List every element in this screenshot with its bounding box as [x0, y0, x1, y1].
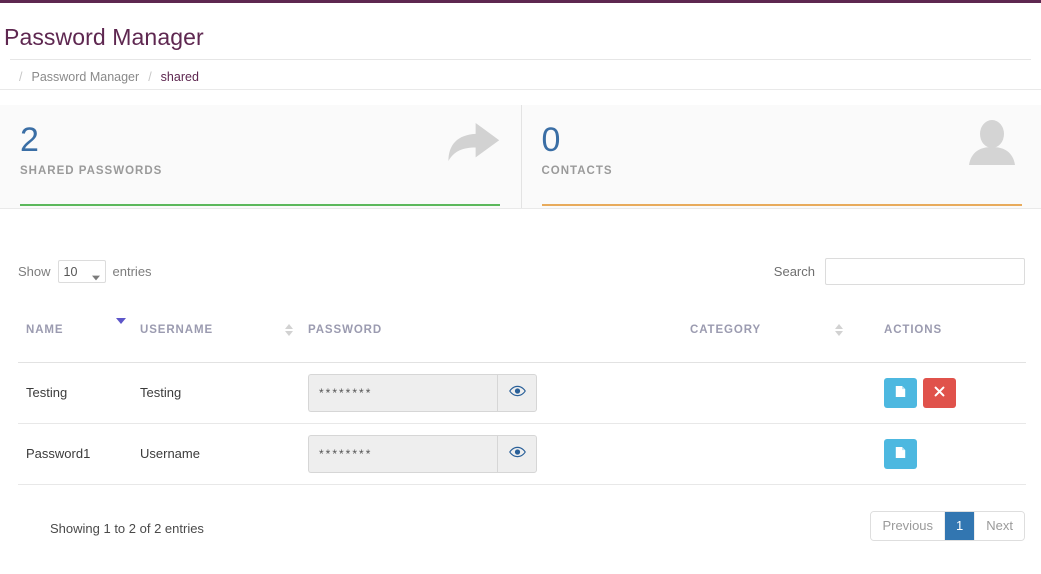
row-actions — [858, 438, 1026, 469]
breadcrumb-separator: / — [19, 70, 23, 84]
table-row: Password1 Username — [18, 423, 1026, 485]
stat-label-contacts: CONTACTS — [541, 165, 613, 177]
column-label-password: PASSWORD — [308, 323, 383, 336]
sort-descending-icon — [116, 317, 126, 336]
search-input[interactable] — [825, 258, 1025, 285]
user-silhouette-icon — [963, 119, 1021, 165]
view-details-button[interactable] — [884, 438, 917, 469]
stat-card-contacts[interactable]: 0 CONTACTS — [520, 105, 1041, 208]
page-title: Password Manager — [4, 24, 204, 50]
breadcrumb-item-shared[interactable]: shared — [161, 70, 199, 84]
table-body: Testing Testing ******** Password1 Usern… — [18, 362, 1026, 485]
password-manager-page: Password Manager / Password Manager / sh… — [0, 0, 1041, 574]
passwords-table-wrapper: NAME USERNAME PASSWORD CATEGORY ACTIONS … — [18, 317, 1026, 485]
cell-actions — [858, 423, 1026, 485]
stat-bar-shared-passwords — [20, 204, 500, 206]
password-field[interactable] — [308, 434, 497, 473]
column-header-category[interactable]: CATEGORY — [690, 320, 858, 363]
column-header-password: PASSWORD — [308, 320, 690, 363]
eye-icon — [508, 385, 526, 400]
table-row: Testing Testing — [18, 362, 1026, 424]
column-header-username[interactable]: USERNAME — [140, 320, 308, 363]
cell-password — [308, 423, 690, 485]
table-header-row: NAME USERNAME PASSWORD CATEGORY ACTIONS — [18, 317, 1026, 363]
stat-value-shared-passwords: 2 — [20, 121, 39, 159]
breadcrumb-separator: / — [148, 70, 152, 84]
entries-select-wrapper: 10 — [57, 260, 106, 283]
pagination-previous[interactable]: Previous — [871, 512, 946, 540]
title-divider — [10, 59, 1031, 60]
stat-value-contacts: 0 — [541, 121, 561, 159]
table-controls: Show 10 entries Search — [0, 258, 1041, 294]
eye-icon — [508, 446, 526, 461]
stat-bar-contacts — [541, 204, 1022, 206]
table-footer: Showing 1 to 2 of 2 entries Previous 1 N… — [0, 505, 1041, 555]
toggle-password-visibility-button[interactable] — [497, 373, 537, 412]
password-field[interactable] — [308, 373, 497, 412]
password-input-group — [308, 373, 537, 412]
stat-cards: 2 SHARED PASSWORDS 0 CONTACTS — [0, 105, 1041, 208]
share-arrow-icon — [443, 119, 501, 165]
cell-category — [690, 362, 858, 424]
show-entries-prefix: Show — [18, 264, 51, 279]
password-input-group — [308, 434, 537, 473]
cards-divider — [0, 208, 1041, 209]
table-head: NAME USERNAME PASSWORD CATEGORY ACTIONS — [18, 317, 1026, 363]
column-label-username: USERNAME — [140, 323, 214, 336]
show-entries-control: Show 10 entries — [18, 260, 152, 283]
breadcrumb-item-password-manager[interactable]: Password Manager — [31, 70, 139, 84]
cell-actions — [858, 362, 1026, 424]
column-label-name: NAME — [26, 323, 64, 336]
cell-category — [690, 423, 858, 485]
sort-both-icon — [284, 323, 294, 336]
show-entries-suffix: entries — [112, 264, 152, 279]
stat-card-shared-passwords[interactable]: 2 SHARED PASSWORDS — [0, 105, 521, 208]
search-label: Search — [773, 264, 815, 279]
pagination-page-1[interactable]: 1 — [945, 512, 976, 540]
close-icon — [934, 385, 945, 400]
cell-username: Testing — [140, 362, 308, 424]
pagination-next[interactable]: Next — [975, 512, 1024, 540]
cell-username: Username — [140, 423, 308, 485]
column-header-actions: ACTIONS — [858, 320, 1026, 363]
stat-label-shared-passwords: SHARED PASSWORDS — [20, 165, 163, 177]
passwords-table: NAME USERNAME PASSWORD CATEGORY ACTIONS … — [18, 317, 1026, 485]
view-details-button[interactable] — [884, 377, 917, 408]
delete-button[interactable] — [923, 377, 956, 408]
cell-name: Password1 — [18, 423, 140, 485]
file-icon — [895, 446, 906, 462]
sort-both-icon — [834, 323, 844, 336]
column-header-name[interactable]: NAME — [18, 317, 140, 363]
showing-entries-text: Showing 1 to 2 of 2 entries — [50, 521, 204, 536]
search-control: Search — [774, 258, 1025, 285]
column-label-category: CATEGORY — [690, 323, 762, 336]
cell-password — [308, 362, 690, 424]
entries-select[interactable]: 10 — [57, 260, 106, 283]
breadcrumb: / Password Manager / shared — [10, 65, 1031, 89]
toggle-password-visibility-button[interactable] — [497, 434, 537, 473]
column-label-actions: ACTIONS — [884, 323, 943, 336]
file-icon — [895, 385, 906, 401]
row-actions — [858, 377, 1026, 408]
top-accent-bar — [0, 0, 1041, 3]
pagination: Previous 1 Next — [870, 511, 1025, 541]
cell-name: Testing — [18, 362, 140, 424]
breadcrumb-divider — [0, 89, 1041, 90]
